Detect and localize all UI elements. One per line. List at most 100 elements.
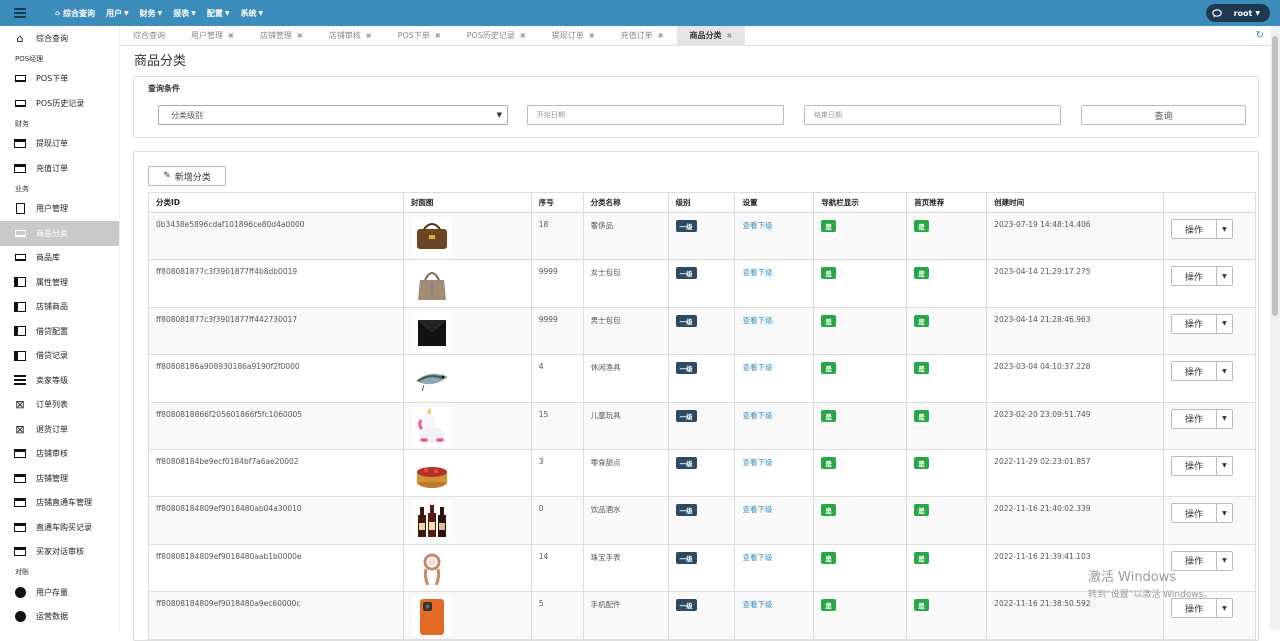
tab[interactable]: POS历史记录 ✖ <box>454 26 539 46</box>
cover-image[interactable] <box>411 501 452 542</box>
category-name-cell: 男士包包 <box>582 306 669 356</box>
sidebar-item[interactable]: 店铺审核 <box>0 442 119 467</box>
caret-down-icon[interactable]: ▼ <box>1216 599 1232 618</box>
sidebar-item[interactable]: 商品分类 <box>0 221 119 246</box>
action-button[interactable]: 操作 <box>1171 267 1217 286</box>
sidebar-item[interactable]: 店铺管理 <box>0 466 119 491</box>
sidebar-item[interactable]: 卖家等级 <box>0 368 119 393</box>
cover-image[interactable] <box>411 453 452 494</box>
view-subcategories-link[interactable]: 查看下级 <box>742 458 772 467</box>
nav-reports[interactable]: 报表 ▼ <box>173 8 196 19</box>
view-subcategories-link[interactable]: 查看下级 <box>742 553 772 562</box>
action-button[interactable]: 操作 <box>1171 362 1217 381</box>
action-button[interactable]: 操作 <box>1171 314 1217 333</box>
view-subcategories-link[interactable]: 查看下级 <box>742 411 772 420</box>
created-time-cell: 2022-11-16 21:40:02.339 <box>986 496 1164 545</box>
close-icon[interactable]: ✖ <box>297 32 303 40</box>
sidebar-item[interactable]: 直通车购买记录 <box>0 515 119 540</box>
home-recommend-badge: 是 <box>914 504 929 517</box>
caret-down-icon[interactable]: ▼ <box>1216 504 1232 523</box>
nav-config[interactable]: 配置 ▼ <box>207 8 230 19</box>
sidebar-item[interactable]: 店铺商品 <box>0 295 119 320</box>
sidebar-item[interactable]: 借贷记录 <box>0 344 119 369</box>
nav-finance[interactable]: 财务 ▼ <box>140 8 163 19</box>
caret-down-icon[interactable]: ▼ <box>1216 409 1232 428</box>
menu-toggle-button[interactable] <box>0 0 40 26</box>
view-subcategories-link[interactable]: 查看下级 <box>742 363 772 372</box>
created-time-cell: 2022-11-29 02:23:01.857 <box>986 448 1164 498</box>
cover-image[interactable] <box>411 596 452 637</box>
close-icon[interactable]: ✖ <box>727 32 733 40</box>
action-button[interactable]: 操作 <box>1171 409 1217 428</box>
close-icon[interactable]: ✖ <box>520 32 526 40</box>
nav-users[interactable]: 用户 ▼ <box>106 8 129 19</box>
start-date-input[interactable]: 开始日期 <box>527 105 784 125</box>
sidebar-item[interactable]: 用户管理 <box>0 197 119 222</box>
user-menu[interactable]: root ▼ <box>1205 4 1270 22</box>
sidebar-item[interactable]: ⊠ 退货订单 <box>0 417 119 442</box>
nav-display-badge: 是 <box>821 599 836 612</box>
page-scrollbar[interactable] <box>1270 26 1280 630</box>
sidebar-item[interactable]: 借贷配置 <box>0 319 119 344</box>
cover-image[interactable] <box>411 264 452 305</box>
close-icon[interactable]: ✖ <box>658 32 664 40</box>
caret-down-icon[interactable]: ▼ <box>1216 267 1232 286</box>
tab[interactable]: POS下单 ✖ <box>385 26 454 46</box>
close-icon[interactable]: ✖ <box>589 32 595 40</box>
view-subcategories-link[interactable]: 查看下级 <box>742 268 772 277</box>
category-id: ff80808186a908930186a9190f2f0000 <box>156 362 300 372</box>
action-button[interactable]: 操作 <box>1171 220 1217 238</box>
view-subcategories-link[interactable]: 查看下级 <box>742 221 772 230</box>
sidebar-item[interactable]: 店铺直通车管理 <box>0 491 119 516</box>
action-button[interactable]: 操作 <box>1171 504 1217 523</box>
cover-image[interactable] <box>411 311 452 352</box>
nav-display-badge: 是 <box>821 362 836 375</box>
scrollbar-thumb[interactable] <box>1272 36 1278 316</box>
cover-image[interactable] <box>411 217 452 257</box>
caret-down-icon[interactable]: ▼ <box>1216 551 1232 570</box>
view-subcategories-link[interactable]: 查看下级 <box>742 505 772 514</box>
cover-image[interactable] <box>411 548 452 589</box>
sidebar-item[interactable]: ⌂ 综合查询 <box>0 26 119 51</box>
sidebar-item[interactable]: POS历史记录 <box>0 91 119 116</box>
category-id-cell: 0b3438e5896cdaf101896ce80d4a0000 <box>148 211 404 261</box>
sidebar-item[interactable]: 提现订单 <box>0 132 119 157</box>
nav-home[interactable]: ⌂ 综合查询 <box>55 8 95 19</box>
cover-image[interactable] <box>411 359 452 400</box>
tab[interactable]: 充值订单 ✖ <box>608 26 677 46</box>
caret-down-icon[interactable]: ▼ <box>1216 456 1232 475</box>
caret-down-icon[interactable]: ▼ <box>1216 314 1232 333</box>
caret-down-icon[interactable]: ▼ <box>1216 362 1232 381</box>
sidebar-item[interactable]: POS下单 <box>0 67 119 92</box>
cover-image[interactable] <box>411 406 452 447</box>
view-subcategories-link[interactable]: 查看下级 <box>742 600 772 609</box>
tab[interactable]: 用户管理 ✖ <box>178 26 247 46</box>
sidebar-item[interactable]: 买家对话审核 <box>0 540 119 565</box>
add-category-button[interactable]: ✎ 新增分类 <box>148 166 226 186</box>
chat-icon[interactable] <box>1207 6 1226 20</box>
level-select[interactable]: 分类级别 ▼ <box>158 105 508 125</box>
refresh-icon[interactable]: ↻ <box>1256 30 1264 41</box>
tab[interactable]: 商品分类 ✖ <box>676 25 746 46</box>
sidebar-item[interactable]: 属性管理 <box>0 270 119 295</box>
tab[interactable]: 提现订单 ✖ <box>539 26 608 46</box>
action-button[interactable]: 操作 <box>1171 599 1217 618</box>
sidebar-item[interactable]: ⊠ 订单列表 <box>0 393 119 418</box>
close-icon[interactable]: ✖ <box>228 32 234 40</box>
search-button[interactable]: 查询 <box>1081 105 1246 125</box>
level-cell: 一级 <box>667 496 736 545</box>
close-icon[interactable]: ✖ <box>366 32 372 40</box>
view-subcategories-link[interactable]: 查看下级 <box>742 316 772 325</box>
close-icon[interactable]: ✖ <box>435 32 441 40</box>
action-button[interactable]: 操作 <box>1171 456 1217 475</box>
nav-system[interactable]: 系统 ▼ <box>241 8 264 19</box>
caret-down-icon[interactable]: ▼ <box>1216 220 1232 238</box>
end-date-input[interactable]: 结束日期 <box>804 105 1061 125</box>
tab[interactable]: 店铺审核 ✖ <box>316 26 385 46</box>
sidebar-item[interactable]: 用户存量 <box>0 580 119 605</box>
tab[interactable]: 综合查询 <box>120 26 178 46</box>
sidebar-item[interactable]: 商品库 <box>0 246 119 271</box>
tab[interactable]: 店铺管理 ✖ <box>247 26 316 46</box>
sidebar-item[interactable]: 运营数据 <box>0 605 119 630</box>
sidebar-item[interactable]: 充值订单 <box>0 156 119 181</box>
